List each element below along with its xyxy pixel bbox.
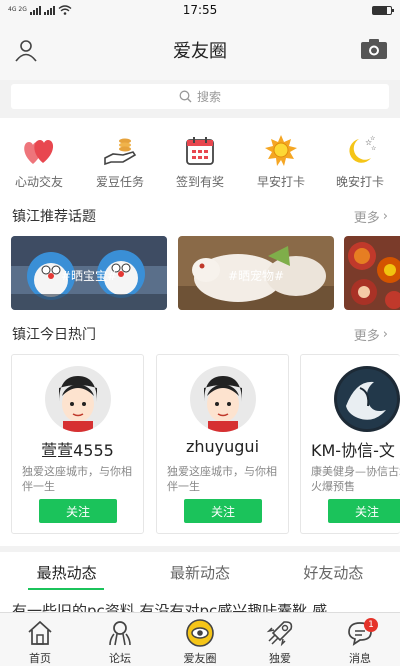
- calendar-icon: [186, 137, 214, 165]
- circle-eye-icon: [186, 619, 214, 647]
- bottom-nav: 首页 论坛 爱友圈 独爱 消息 1: [0, 612, 400, 666]
- recommended-topics-header: 镇江推荐话题 更多 ›: [0, 204, 400, 228]
- svg-text:☆: ☆: [370, 135, 375, 142]
- avatar[interactable]: [190, 366, 256, 432]
- tab-friends[interactable]: 好友动态: [267, 552, 400, 592]
- follow-button[interactable]: 关注: [39, 499, 117, 523]
- quick-action-checkin[interactable]: 签到有奖: [165, 132, 235, 190]
- nav-duai[interactable]: 独爱: [240, 613, 320, 666]
- chevron-right-icon: ›: [382, 208, 388, 224]
- search-bar: 搜索: [0, 80, 400, 118]
- moon-stars-icon: ☆☆☆: [349, 135, 376, 163]
- chevron-right-icon: ›: [382, 326, 388, 342]
- user-name: zhuyugui: [185, 437, 260, 456]
- signal-icon-2: [43, 5, 55, 15]
- topic-card-baby[interactable]: #晒宝宝#: [11, 236, 167, 310]
- rocket-icon: [266, 621, 293, 647]
- camera-icon[interactable]: [360, 38, 388, 64]
- wifi-icon: [58, 5, 72, 15]
- app-header: 爱友圈: [0, 20, 400, 80]
- quick-actions: 心动交友 爱豆任务 签到有奖 早安打卡 ☆ ☆ ☆ 晚安打卡: [0, 132, 400, 202]
- topic-card-pet[interactable]: #晒宠物#: [178, 236, 334, 310]
- quick-action-evening[interactable]: ☆ ☆ ☆ 晚安打卡: [325, 132, 395, 190]
- topic-image-food: [344, 236, 400, 310]
- feed-tabs: 最热动态 最新动态 好友动态: [0, 552, 400, 592]
- message-badge: 1: [364, 618, 378, 632]
- user-name: 萱萱4555: [41, 441, 114, 460]
- follow-button[interactable]: 关注: [184, 499, 262, 523]
- avatar[interactable]: [45, 366, 111, 432]
- nav-forum[interactable]: 论坛: [80, 613, 160, 666]
- topic-card-food[interactable]: [344, 236, 400, 310]
- coins-hand-icon: [104, 138, 137, 166]
- more-link[interactable]: 更多 ›: [354, 325, 388, 344]
- page-title: 爱友圈: [173, 41, 227, 62]
- hot-today-header: 镇江今日热门 更多 ›: [0, 322, 400, 346]
- user-card[interactable]: KM-协信-文 康美健身—协信古城店火爆预售 关注: [300, 354, 400, 534]
- nav-circle[interactable]: 爱友圈: [160, 613, 240, 666]
- topic-label: #晒宝宝#: [60, 269, 118, 283]
- quick-action-tasks[interactable]: 爱豆任务: [85, 132, 155, 190]
- hot-users: 萱萱4555 独爱这座城市，与你相伴一生 关注 zhuyugui 独爱这座城市，…: [0, 354, 400, 536]
- nav-home[interactable]: 首页: [0, 613, 80, 666]
- avatar[interactable]: [334, 366, 400, 432]
- main-content: 心动交友 爱豆任务 签到有奖 早安打卡 ☆ ☆ ☆ 晚安打卡 镇江推荐话题 更多 ›: [0, 118, 400, 546]
- feed-post-preview[interactable]: 有一些旧的pc资料 有没有对pc感兴趣咔囊靴 感: [0, 592, 400, 612]
- tab-latest[interactable]: 最新动态: [133, 552, 266, 592]
- hearts-icon: [24, 140, 54, 164]
- signal-icon: [29, 5, 41, 15]
- topic-label: #晒宠物#: [227, 269, 285, 283]
- section-title: 镇江推荐话题: [12, 209, 96, 225]
- network-type: 4G 2G: [8, 6, 27, 13]
- search-icon: [179, 90, 192, 103]
- user-description: 康美健身—协信古城店火爆预售: [311, 465, 400, 493]
- post-text: 有一些旧的pc资料 有没有对pc感兴趣咔囊靴 感: [12, 602, 328, 612]
- battery-icon: [372, 5, 394, 15]
- more-link[interactable]: 更多 ›: [354, 207, 388, 226]
- user-profile-icon[interactable]: [14, 38, 38, 66]
- svg-text:☆: ☆: [371, 145, 376, 152]
- topic-cards: #晒宝宝# #晒宠物#: [0, 236, 400, 310]
- tab-hottest[interactable]: 最热动态: [0, 552, 133, 592]
- user-card[interactable]: 萱萱4555 独爱这座城市，与你相伴一生 关注: [11, 354, 144, 534]
- follow-button[interactable]: 关注: [328, 499, 400, 523]
- user-description: 独爱这座城市，与你相伴一生: [167, 465, 277, 493]
- status-time: 17:55: [182, 3, 218, 17]
- quick-action-dating[interactable]: 心动交友: [4, 132, 74, 190]
- nav-messages[interactable]: 消息 1: [320, 613, 400, 666]
- quick-action-morning[interactable]: 早安打卡: [246, 132, 316, 190]
- status-bar: 4G 2G 17:55: [0, 0, 400, 20]
- user-card[interactable]: zhuyugui 独爱这座城市，与你相伴一生 关注: [156, 354, 289, 534]
- user-name: KM-协信-文: [311, 441, 395, 460]
- search-placeholder: 搜索: [196, 90, 221, 104]
- user-description: 独爱这座城市，与你相伴一生: [22, 465, 132, 493]
- section-title: 镇江今日热门: [12, 327, 96, 343]
- sun-icon: [265, 135, 297, 166]
- forum-icon: [109, 621, 131, 646]
- search-input[interactable]: 搜索: [11, 84, 389, 109]
- home-icon: [28, 620, 52, 645]
